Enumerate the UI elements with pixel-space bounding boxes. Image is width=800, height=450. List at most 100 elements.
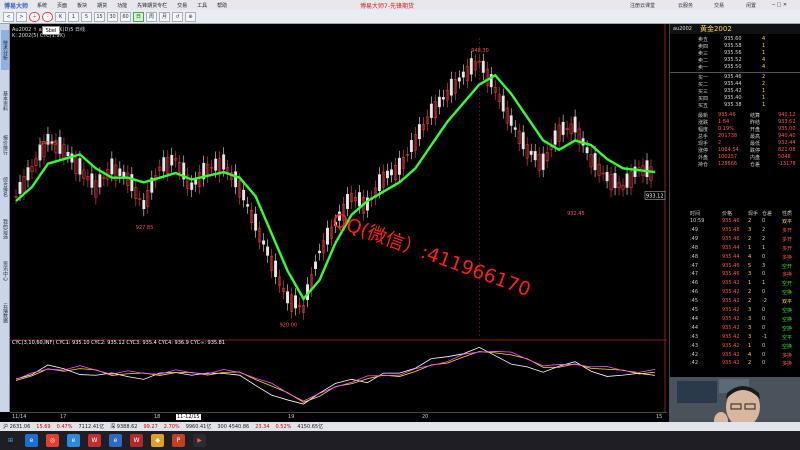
tick-row[interactable]: :46 935.42 1 1 空开 [670,280,800,287]
powerpoint-icon[interactable]: P [172,434,185,447]
idle-button[interactable]: 闲置 [746,2,756,9]
forward-button[interactable]: > [16,11,27,22]
trading-app-icon[interactable]: ◆ [151,434,164,447]
tick-oi-change: 0 [762,315,766,322]
menu-function[interactable]: 功能 [112,2,132,9]
tick-row[interactable]: :44 935.42 3 0 空换 [670,316,800,323]
bid-row[interactable]: 买四 935.40 1 [670,95,800,102]
crosshair-icon[interactable]: ⊕ [185,11,196,22]
menu-sector[interactable]: 板块 [72,2,92,9]
tab-technical-analysis[interactable]: 技术分析 [1,30,9,70]
tab-overall-ranking[interactable]: 综合排名 [1,170,9,204]
tick-row[interactable]: :45 935.42 2 -2 双平 [670,298,800,305]
level-qty: 1 [762,43,766,49]
price-annotation: 920.00 [280,323,298,329]
tick-row[interactable]: :42 935.42 2 0 多换 [670,360,800,367]
tick-qty: 1 [748,280,752,287]
kline-button[interactable]: K [55,11,66,22]
tick-price: 935.46 [722,271,740,278]
candle-body [573,116,577,133]
tab-news-center[interactable]: 资讯中心 [1,254,9,288]
bid-row[interactable]: 买一 935.46 2 [670,74,800,81]
hs300-percent: 0.52% [275,423,292,430]
back-button[interactable]: < [3,11,14,22]
candle-body [593,153,597,171]
tick-row[interactable]: :42 935.42 4 0 多换 [670,352,800,359]
window-controls[interactable]: ─ □ ✕ [772,2,787,8]
zoom-out-button[interactable]: - [42,11,53,22]
wps-writer-icon[interactable]: W [130,434,143,447]
tick-row[interactable]: :49 935.46 2 2 多开 [670,236,800,243]
trade-button[interactable]: 交易 [714,2,724,9]
refresh-icon[interactable]: ↺ [172,11,183,22]
tick-row[interactable]: :47 935.46 5 3 空开 [670,263,800,270]
tick-time: :49 [690,235,699,242]
tick-nature: 空换 [782,325,793,332]
tick-row[interactable]: :43 935.42 1 0 空换 [670,343,800,350]
tick-row[interactable]: :47 935.46 3 0 多换 [670,271,800,278]
period-5m-button[interactable]: 5 [81,11,92,22]
stat-value: 821.08 [778,147,796,153]
tab-my-watchlist[interactable]: 我的自选 [1,212,9,246]
tab-cloud-data[interactable]: 云端数据 [1,296,9,330]
tick-row[interactable]: :46 935.42 2 0 空换 [670,289,800,296]
period-month-button[interactable]: 月 [159,11,170,22]
candle-body [457,77,461,82]
tick-price: 935.44 [722,244,740,251]
tick-oi-change: 0 [762,307,766,313]
stat-value: 2 [718,140,722,146]
browser-icon[interactable]: e [25,434,38,447]
menu-column[interactable]: 先锋期货专栏 [132,2,172,9]
tick-row[interactable]: :49 935.48 3 2 多开 [670,227,800,234]
cloud-class-button[interactable]: 注册云课堂 [630,2,655,9]
zoom-in-button[interactable]: + [29,11,40,22]
menu-trade[interactable]: 交易 [172,2,192,9]
ask-row[interactable]: 卖五 935.60 4 [670,36,800,43]
ask-row[interactable]: 卖四 935.58 1 [670,43,800,50]
ask-row[interactable]: 卖三 935.56 1 [670,50,800,57]
tick-row[interactable]: :45 935.42 3 0 空换 [670,307,800,314]
period-day-button[interactable]: 日 [133,11,144,22]
video-app-icon[interactable]: ▶ [193,434,206,447]
chrome-icon[interactable]: ◎ [46,434,59,447]
tick-row[interactable]: :48 935.44 1 1 多开 [670,245,800,252]
bid-row[interactable]: 买三 935.42 1 [670,88,800,95]
menu-page[interactable]: 页面 [52,2,72,9]
menu-futures[interactable]: 期货 [92,2,112,9]
tab-quote-ranking[interactable]: 报价排行 [1,128,9,162]
tick-row[interactable]: 10:59 935.46 2 0 双平 [670,218,800,225]
candle-body [162,157,166,172]
tick-row[interactable]: :43 935.42 3 -1 空平 [670,334,800,341]
ask-row[interactable]: 卖一 935.50 4 [670,64,800,71]
candle-body [521,132,525,150]
period-60m-button[interactable]: 60 [120,11,131,22]
tick-price: 935.42 [722,289,740,296]
cloud-service-button[interactable]: 云服务 [678,2,693,9]
period-1m-button[interactable]: 1 [68,11,79,22]
edge-icon[interactable]: e [67,434,80,447]
menu-help[interactable]: 帮助 [212,2,232,9]
period-30m-button[interactable]: 30 [107,11,118,22]
tab-basic-info[interactable]: 基本资料 [1,84,9,118]
stat-row: 涨跌 1.84 昨结 933.62 [670,119,800,126]
tick-row[interactable]: :44 935.42 3 0 空换 [670,325,800,332]
price-annotation: 948.30 [471,48,489,54]
menu-tools[interactable]: 工具 [192,2,212,9]
time-cursor-label: 11-12/15 [176,414,201,420]
start-icon[interactable]: ⊞ [4,434,17,447]
wps-icon[interactable]: W [88,434,101,447]
tick-nature: 空换 [782,290,793,297]
stat-key: 总手 [698,134,709,140]
ie-icon[interactable]: e [109,434,122,447]
candle-body [585,147,589,154]
bid-row[interactable]: 买二 935.44 2 [670,81,800,88]
period-15m-button[interactable]: 15 [94,11,105,22]
tick-oi-change: 0 [762,218,766,224]
bid-row[interactable]: 买五 935.38 1 [670,102,800,109]
period-week-button[interactable]: 周 [146,11,157,22]
menu-system[interactable]: 系统 [32,2,52,9]
tick-nature: 多开 [782,227,793,234]
tick-row[interactable]: :48 935.44 4 0 多换 [670,254,800,261]
candle-body [142,200,146,210]
ask-row[interactable]: 卖二 935.52 4 [670,57,800,64]
